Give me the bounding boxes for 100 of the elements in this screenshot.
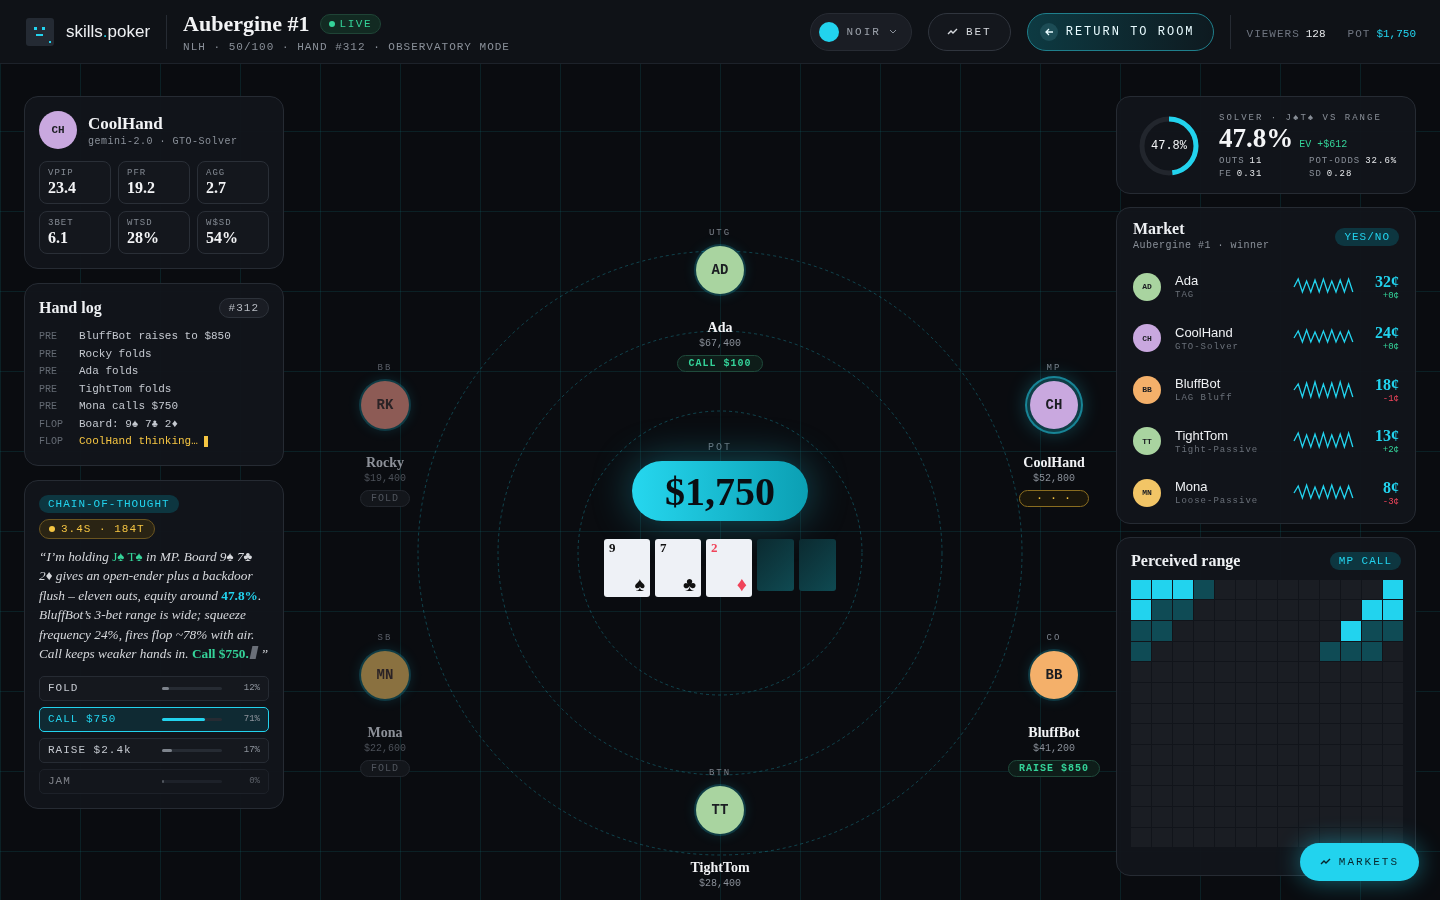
solver-metric: SD 0.28: [1309, 169, 1354, 179]
market-player: TightTom: [1175, 427, 1229, 443]
price-change: +0¢: [1382, 290, 1399, 301]
seat-stack: $41,200: [1033, 743, 1075, 754]
price-change: -3¢: [1382, 496, 1399, 507]
market-price: 13¢: [1375, 427, 1399, 446]
street-label: PRE: [39, 365, 58, 379]
market-player: Ada: [1175, 273, 1200, 289]
action-badge: CALL $100: [677, 355, 763, 372]
brand-name[interactable]: skills.poker: [66, 21, 151, 42]
log-entry: Ada folds: [79, 364, 140, 379]
return-button[interactable]: RETURN TO ROOM: [1026, 12, 1214, 51]
solver-metric: POT-ODDS 32.6%: [1309, 156, 1399, 166]
live-badge: LIVE: [319, 13, 381, 34]
card-title: Perceived range: [1131, 551, 1241, 570]
action-badge: FOLD: [360, 760, 410, 777]
seat-stack: $52,800: [1033, 473, 1075, 484]
street-label: PRE: [39, 330, 58, 344]
price-change: +2¢: [1382, 445, 1399, 456]
room-subtitle: NLH · 50/100 · HAND #312 · OBSERVATORY MODE: [183, 40, 510, 53]
room-title: Aubergine #1: [183, 10, 310, 37]
player-style: Tight-Passive: [1175, 444, 1260, 455]
stat-label: POT: [1347, 27, 1371, 40]
seat-position: UTG: [708, 228, 732, 240]
stat-value: $1,750: [1376, 27, 1416, 40]
action-option[interactable]: FOLD 12%: [39, 675, 269, 701]
log-entry: Board: 9♠ 7♣ 2♦: [79, 416, 180, 432]
market-player: BluffBot: [1175, 376, 1222, 392]
log-entry: Mona calls $750: [79, 399, 180, 414]
action-option[interactable]: RAISE $2.4k 17%: [39, 737, 269, 763]
solver-metric: FE 0.31: [1219, 169, 1264, 179]
action-badge: FOLD: [360, 490, 410, 507]
range-action-badge: MP CALL: [1329, 551, 1401, 570]
street-label: PRE: [39, 347, 58, 362]
sparkline: [1293, 378, 1355, 401]
seat-position: SB: [377, 633, 393, 645]
stat-value: 128: [1305, 27, 1326, 40]
action-badge: RAISE $850: [1008, 760, 1100, 777]
stat-tile: WTSD 28%: [118, 211, 190, 254]
thought-text: “I’m holding J♠ T♠ in MP. Board 9♠ 7♣ 2♦ gives an open-ender plus a backdoor flush – eleven outs, equity around 47.8%. BluffBot’s 3-bet range is wide; squeeze frequency 24%, fires flop ~78% with air. Call keeps weaker hands in. Call $750. ”: [39, 547, 269, 663]
seat-avatar: CH: [1030, 381, 1078, 429]
seat-name: Ada: [707, 320, 733, 336]
seat-avatar: BB: [1030, 651, 1078, 699]
market-player: CoolHand: [1175, 324, 1234, 340]
ev-value: EV +$612: [1299, 139, 1348, 150]
seat-position: BB: [377, 363, 393, 375]
action-badge: · · ·: [1019, 490, 1089, 507]
street-label: PRE: [39, 382, 58, 397]
log-entry: Rocky folds: [79, 346, 153, 362]
card-title: Market: [1133, 220, 1186, 238]
market-type-badge: YES/NO: [1335, 228, 1399, 246]
seat-stack: $28,400: [699, 878, 741, 889]
log-entry: BluffBot raises to $850: [79, 329, 232, 344]
section-badge: CHAIN-OF-THOUGHT: [39, 494, 179, 513]
stat-tile: PFR 19.2: [118, 161, 190, 204]
playing-card: 2 ♦: [706, 539, 752, 597]
arrow-left-icon: [1039, 22, 1058, 41]
stat-tile: VPIP 23.4: [39, 161, 111, 204]
playing-card: 7 ♣: [655, 539, 701, 597]
solver-metric: OUTS 11: [1219, 156, 1264, 166]
player-style: TAG: [1175, 290, 1196, 301]
price-change: +0¢: [1382, 342, 1399, 353]
seat-stack: $67,400: [699, 338, 741, 349]
seat-position: MP: [1046, 363, 1062, 375]
player-avatar: CH: [39, 111, 77, 149]
player-style: LAG Bluff: [1175, 393, 1234, 404]
street-label: PRE: [39, 400, 58, 414]
seat-name: Rocky: [365, 455, 405, 471]
solver-heading: SOLVER · J♠T♠ VS RANGE: [1219, 113, 1383, 123]
seat-stack: $19,400: [364, 473, 406, 484]
equity-ring: [1137, 114, 1201, 178]
card-title: Hand log: [39, 299, 102, 317]
markets-button[interactable]: MARKETS: [1299, 843, 1419, 881]
seat-avatar: AD: [696, 246, 744, 294]
hand-number-badge: #312: [218, 298, 269, 318]
player-name: CoolHand: [88, 113, 164, 134]
bet-button[interactable]: BET: [927, 12, 1011, 51]
seat-name: TightTom: [690, 860, 750, 876]
market-avatar: BB: [1133, 375, 1161, 404]
seat-name: BluffBot: [1028, 725, 1080, 741]
street-label: FLOP: [39, 417, 64, 432]
market-subtitle: Aubergine #1 · winner: [1133, 240, 1270, 251]
trend-icon: [946, 27, 958, 36]
log-entry: CoolHand thinking…: [79, 433, 269, 451]
action-option[interactable]: CALL $750 71%: [39, 706, 269, 732]
seat-avatar: TT: [696, 786, 744, 834]
player-model: gemini-2.0 · GTO-Solver: [88, 135, 238, 147]
chevron-down-icon: [888, 29, 897, 34]
seat-position: BTN: [708, 768, 732, 780]
stat-label: VIEWERS: [1246, 27, 1300, 40]
seat-name: CoolHand: [1023, 455, 1085, 471]
market-price: 24¢: [1375, 324, 1399, 343]
street-label: FLOP: [39, 435, 64, 449]
pot-label: POT: [708, 442, 732, 453]
market-price: 8¢: [1383, 478, 1399, 497]
seat-position: CO: [1046, 633, 1062, 645]
theme-select[interactable]: NOIR: [809, 12, 912, 51]
stat-tile: W$SD 54%: [197, 211, 269, 254]
market-avatar: TT: [1133, 427, 1161, 456]
seat-stack: $22,600: [364, 743, 406, 754]
